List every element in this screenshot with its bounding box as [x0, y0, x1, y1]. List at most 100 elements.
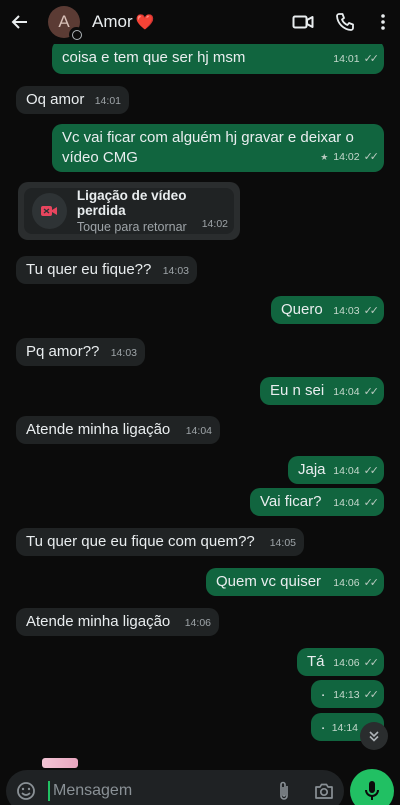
- message-time: 14:04: [333, 465, 360, 477]
- message-meta: 14:14: [332, 718, 358, 738]
- message-text: Tu quer eu fique??: [26, 261, 152, 278]
- message-meta: 14:04 ✓✓: [333, 461, 380, 481]
- scroll-to-bottom-button[interactable]: [360, 722, 388, 750]
- voice-message-button[interactable]: [350, 769, 394, 805]
- message-composer: Mensagem: [6, 770, 344, 805]
- message-bubble-incoming[interactable]: Oq amor 14:01: [16, 86, 129, 114]
- message-meta: 14:02: [202, 218, 228, 230]
- double-check-icon: ✓✓: [363, 151, 380, 163]
- double-check-icon: ✓✓: [363, 465, 380, 477]
- missed-call-content: Ligação de vídeo perdida Toque para reto…: [24, 188, 234, 234]
- message-input[interactable]: Mensagem: [53, 782, 132, 800]
- message-time: 14:01: [94, 95, 121, 107]
- message-meta: 14:13 ✓✓: [333, 685, 380, 705]
- message-text: Vc vai ficar com alguém hj gravar e deix…: [62, 129, 354, 166]
- message-bubble-incoming[interactable]: Atende minha ligação 14:06: [16, 608, 219, 636]
- back-button[interactable]: [0, 0, 40, 44]
- message-text: .: [321, 716, 326, 733]
- message-meta: 14:03: [111, 343, 137, 363]
- avatar-letter: A: [58, 12, 70, 31]
- message-text: coisa e tem que ser hj msm: [62, 49, 246, 66]
- emoji-icon: [17, 782, 35, 800]
- voice-call-button[interactable]: [324, 0, 366, 44]
- message-bubble-outgoing[interactable]: Eu n sei 14:04 ✓✓: [260, 377, 384, 405]
- message-time: 14:01: [333, 53, 360, 65]
- header-actions: [282, 0, 400, 44]
- double-check-icon: ✓✓: [363, 53, 380, 65]
- message-meta: 14:03: [163, 261, 189, 281]
- message-bubble-outgoing[interactable]: Jaja 14:04 ✓✓: [288, 456, 384, 484]
- chat-area[interactable]: coisa e tem que ser hj msm 14:01 ✓✓ Oq a…: [0, 0, 400, 805]
- message-time: 14:02: [201, 218, 228, 230]
- message-time: 14:03: [333, 305, 360, 317]
- contact-title: Amor: [92, 12, 133, 31]
- media-thumbnail[interactable]: [42, 758, 78, 768]
- heart-icon: ❤️: [135, 14, 155, 31]
- message-text: Tá: [307, 653, 325, 670]
- missed-video-call-card[interactable]: Ligação de vídeo perdida Toque para reto…: [18, 182, 240, 240]
- message-meta: 14:01 ✓✓: [333, 49, 380, 69]
- message-text: Tu quer que eu fique com quem??: [26, 533, 255, 550]
- double-check-icon: ✓✓: [363, 305, 380, 317]
- text-cursor: [48, 781, 50, 801]
- message-text: Quem vc quiser: [216, 573, 322, 590]
- message-time: 14:06: [333, 577, 360, 589]
- message-meta: 14:04: [186, 421, 212, 441]
- back-arrow-icon: [11, 15, 27, 29]
- message-text: Oq amor: [26, 91, 85, 108]
- star-icon: ★: [320, 152, 329, 162]
- paperclip-icon: [280, 781, 288, 800]
- message-bubble-outgoing[interactable]: coisa e tem que ser hj msm 14:01 ✓✓: [52, 40, 384, 74]
- message-time: 14:03: [162, 265, 189, 277]
- message-time: 14:02: [333, 151, 360, 163]
- message-bubble-outgoing[interactable]: Quero 14:03 ✓✓: [271, 296, 384, 324]
- message-text: Atende minha ligação: [26, 421, 171, 438]
- message-text: Quero: [281, 301, 323, 318]
- message-time: 14:06: [184, 617, 211, 629]
- double-check-icon: ✓✓: [363, 689, 380, 701]
- message-meta: 14:06 ✓✓: [333, 653, 380, 673]
- message-time: 14:04: [185, 425, 212, 437]
- message-time: 14:03: [110, 347, 137, 359]
- status-badge-icon: [69, 27, 84, 42]
- message-bubble-outgoing[interactable]: Quem vc quiser 14:06 ✓✓: [206, 568, 384, 596]
- double-check-icon: ✓✓: [363, 657, 380, 669]
- message-meta: ★ 14:02 ✓✓: [320, 147, 380, 167]
- message-bubble-incoming[interactable]: Pq amor?? 14:03: [16, 338, 145, 366]
- message-text: Pq amor??: [26, 343, 100, 360]
- message-meta: 14:06: [185, 613, 211, 633]
- message-bubble-incoming[interactable]: Atende minha ligação 14:04: [16, 416, 220, 444]
- message-time: 14:04: [333, 386, 360, 398]
- message-meta: 14:01: [95, 91, 121, 111]
- message-text: .: [321, 683, 326, 700]
- composer-actions: [264, 770, 344, 805]
- emoji-button[interactable]: [6, 781, 46, 801]
- double-chevron-down-icon: [369, 731, 379, 742]
- message-bubble-outgoing[interactable]: Tá 14:06 ✓✓: [297, 648, 384, 676]
- message-text: Atende minha ligação: [26, 613, 171, 630]
- double-check-icon: ✓✓: [363, 577, 380, 589]
- message-time: 14:14: [331, 722, 358, 734]
- message-bubble-incoming[interactable]: Tu quer eu fique?? 14:03: [16, 256, 197, 284]
- double-check-icon: ✓✓: [363, 497, 380, 509]
- message-bubble-outgoing[interactable]: Vc vai ficar com alguém hj gravar e deix…: [52, 124, 384, 172]
- message-bubble-incoming[interactable]: Tu quer que eu fique com quem?? 14:05: [16, 528, 304, 556]
- message-meta: 14:04 ✓✓: [333, 382, 379, 402]
- avatar[interactable]: A: [48, 6, 84, 42]
- message-text: Vai ficar?: [260, 493, 322, 510]
- more-options-button[interactable]: [366, 0, 400, 44]
- missed-video-call-icon: [32, 193, 67, 229]
- message-bubble-outgoing[interactable]: . 14:13 ✓✓: [311, 680, 384, 708]
- camera-button[interactable]: [304, 770, 344, 805]
- video-call-icon: [292, 15, 314, 29]
- message-time: 14:05: [269, 537, 296, 549]
- message-text: Jaja: [298, 461, 326, 478]
- message-meta: 14:04 ✓✓: [333, 493, 380, 513]
- message-time: 14:13: [333, 689, 360, 701]
- video-call-button[interactable]: [282, 0, 324, 44]
- missed-call-title: Ligação de vídeo perdida: [76, 188, 187, 218]
- camera-icon: [315, 783, 333, 799]
- attach-button[interactable]: [264, 770, 304, 805]
- message-bubble-outgoing[interactable]: Vai ficar? 14:04 ✓✓: [250, 488, 384, 516]
- contact-name[interactable]: Amor ❤️: [92, 12, 154, 32]
